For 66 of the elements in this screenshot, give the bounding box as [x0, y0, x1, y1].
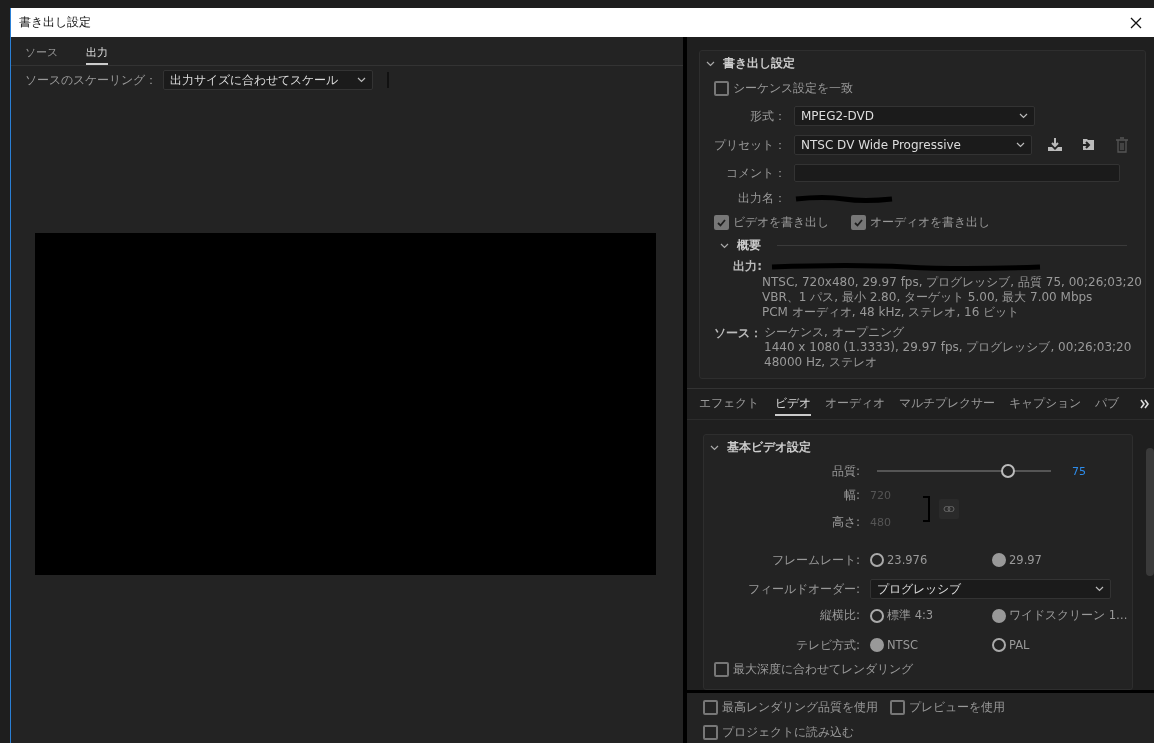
chevron-icon[interactable]	[720, 242, 729, 249]
chevron-icon[interactable]	[710, 444, 719, 451]
summary-label: ソース：	[714, 325, 762, 342]
download-icon[interactable]	[1045, 136, 1064, 154]
section-title: 基本ビデオ設定	[727, 439, 811, 456]
tab[interactable]: キャプション	[1009, 392, 1081, 416]
chevron-down-icon	[1015, 142, 1025, 148]
summary-text: NTSC, 720x480, 29.97 fps, プログレッシブ, 品質 75, 00;26;03;20	[762, 275, 1143, 290]
summary-text: 48000 Hz, ステレオ	[764, 355, 878, 370]
field-label: プリセット：	[714, 136, 786, 154]
tab[interactable]: エフェクト	[699, 392, 759, 416]
radio-option[interactable]: 29.97	[992, 553, 1092, 567]
field-order-dropdown[interactable]: プログレッシブ	[870, 579, 1111, 599]
format-dropdown[interactable]: MPEG2-DVD	[794, 106, 1035, 126]
summary-label: 出力:	[732, 258, 762, 275]
field-label: 出力名：	[737, 190, 786, 207]
field-label: コメント：	[725, 164, 786, 182]
scrollbar[interactable]	[1146, 448, 1154, 576]
checkbox[interactable]: 最大深度に合わせてレンダリング	[714, 661, 913, 678]
checkbox[interactable]: ビデオを書き出し	[714, 214, 829, 231]
more-tabs-icon[interactable]	[1140, 397, 1152, 411]
tab[interactable]: 出力	[86, 45, 108, 65]
radio-option[interactable]: 標準 4:3	[870, 608, 992, 623]
field-label: 品質:	[830, 462, 861, 480]
tab[interactable]: オーディオ	[825, 392, 885, 416]
chevron-down-icon	[357, 77, 366, 83]
comment-field[interactable]	[794, 164, 1120, 182]
link-icon	[943, 505, 955, 513]
scaling-dropdown[interactable]: 出力サイズに合わせてスケール	[163, 70, 373, 90]
radio-option[interactable]: PAL	[992, 638, 1092, 652]
checkmark-icon	[854, 218, 863, 227]
tab[interactable]: ソース	[25, 45, 58, 65]
quality-value: 75	[1072, 464, 1086, 478]
slider-thumb[interactable]	[1000, 464, 1015, 478]
bracket-icon	[923, 496, 931, 522]
field-label: テレビ方式:	[794, 636, 861, 654]
field-label: ソースのスケーリング：	[25, 71, 157, 89]
chevron-icon[interactable]	[706, 60, 715, 67]
summary-text: PCM オーディオ, 48 kHz, ステレオ, 16 ビット	[762, 305, 1021, 320]
tab[interactable]: マルチプレクサー	[899, 392, 995, 416]
field-label: 形式：	[749, 107, 786, 125]
field-label: フィールドオーダー:	[746, 580, 861, 598]
checkbox[interactable]: オーディオを書き出し	[851, 214, 990, 231]
checkbox[interactable]: プレビューを使用	[890, 699, 1005, 716]
section-title: 書き出し設定	[723, 55, 795, 72]
preset-dropdown[interactable]: NTSC DV Wide Progressive	[794, 135, 1032, 155]
field-label: フレームレート:	[770, 551, 861, 569]
field-label: 幅:	[842, 487, 861, 504]
radio-option[interactable]: ワイドスクリーン 1…	[992, 608, 1132, 623]
section-title: 概要	[737, 237, 761, 254]
radio-option[interactable]: 23.976	[870, 553, 992, 567]
summary-text: VBR、1 パス, 最小 2.80, ターゲット 5.00, 最大 7.00 Mbps	[762, 290, 1094, 305]
checkmark-icon	[717, 218, 726, 227]
checkbox[interactable]: シーケンス設定を一致	[714, 80, 853, 97]
radio-option[interactable]: NTSC	[870, 638, 992, 652]
tab[interactable]: ビデオ	[775, 392, 811, 416]
window-title: 書き出し設定	[19, 14, 91, 31]
summary-text: シーケンス, オープニング	[764, 325, 905, 340]
checkbox[interactable]: 最高レンダリング品質を使用	[703, 699, 878, 716]
checkbox[interactable]: プロジェクトに読み込む	[703, 724, 854, 741]
field-label: 縦横比:	[818, 607, 861, 624]
chevron-down-icon	[1095, 586, 1104, 592]
summary-text: 1440 x 1080 (1.3333), 29.97 fps, プログレッシブ, 00;26;03;20	[764, 340, 1132, 355]
tab[interactable]: パブ	[1095, 392, 1119, 416]
chevron-down-icon	[1019, 113, 1028, 119]
field-label: 高さ:	[830, 514, 861, 531]
